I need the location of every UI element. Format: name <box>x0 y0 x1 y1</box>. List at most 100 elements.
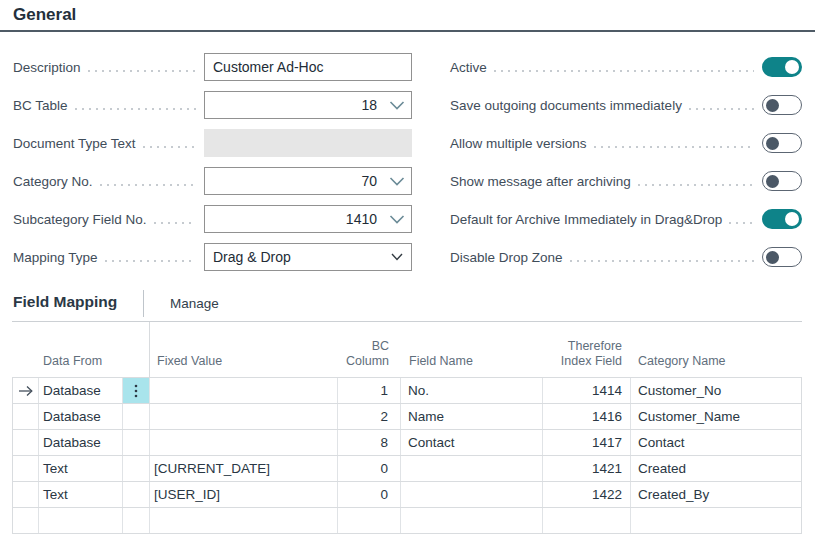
toggle-knob <box>766 175 779 188</box>
table-row[interactable]: Database 1No.1414Customer_No <box>13 378 801 404</box>
field-row: Subcategory Field No.1410 <box>13 205 412 233</box>
cell-bc-column[interactable] <box>338 508 401 533</box>
dotted-leader <box>143 146 196 148</box>
chevron-down-icon[interactable] <box>389 215 405 224</box>
column-header[interactable]: Fixed Value <box>157 354 222 370</box>
chevron-down-icon[interactable] <box>389 101 405 110</box>
cell-fixed-value[interactable] <box>150 430 338 455</box>
cell-category-name[interactable] <box>631 508 801 533</box>
toggle-row: Save outgoing documents immediately <box>450 91 802 119</box>
row-menu-cell[interactable] <box>123 508 150 533</box>
cell-therefore-index-field[interactable]: 1414 <box>543 378 631 403</box>
field-label: Category No. <box>13 174 93 189</box>
table-row[interactable]: Text [CURRENT_DATE]0 1421Created <box>13 456 801 482</box>
lookup-input[interactable]: 18 <box>204 91 412 119</box>
cell-fixed-value[interactable] <box>150 404 338 429</box>
field-label: Description <box>13 60 81 75</box>
cell-therefore-index-field[interactable] <box>543 508 631 533</box>
row-menu-cell[interactable] <box>123 378 150 403</box>
column-header[interactable]: Field Name <box>409 354 473 370</box>
section-title-general: General <box>13 5 76 25</box>
column-header[interactable]: Therefore Index Field <box>543 339 622 370</box>
cell-therefore-index-field[interactable]: 1417 <box>543 430 631 455</box>
selected-row-arrow-icon <box>18 385 34 397</box>
toggle-knob <box>766 251 779 264</box>
lookup-input[interactable]: 1410 <box>204 205 412 233</box>
cell-bc-column[interactable]: 1 <box>338 378 401 403</box>
row-menu-cell[interactable] <box>123 430 150 455</box>
toggle-row: Show message after archiving <box>450 167 802 195</box>
toggle-switch[interactable] <box>762 57 802 77</box>
cell-fixed-value[interactable]: [CURRENT_DATE] <box>150 456 338 481</box>
cell-therefore-index-field[interactable]: 1416 <box>543 404 631 429</box>
cell-therefore-index-field[interactable]: 1421 <box>543 456 631 481</box>
field-mapping-divider <box>143 290 144 317</box>
toggle-label: Show message after archiving <box>450 174 631 189</box>
table-row[interactable]: Database 2Name1416Customer_Name <box>13 404 801 430</box>
cell-category-name[interactable]: Created <box>631 456 801 481</box>
table-row[interactable]: Text [USER_ID]0 1422Created_By <box>13 482 801 508</box>
cell-category-name[interactable]: Created_By <box>631 482 801 507</box>
cell-therefore-index-field[interactable]: 1422 <box>543 482 631 507</box>
ellipsis-vertical-icon[interactable] <box>134 384 138 398</box>
field-mapping-table: Data From Fixed Value BC Column Field Name T… <box>12 321 802 534</box>
chevron-down-icon[interactable] <box>389 177 405 186</box>
text-input[interactable]: Customer Ad-Hoc <box>204 53 412 81</box>
cell-field-name[interactable]: Name <box>401 404 543 429</box>
table-row[interactable]: Database8Contact1417Contact <box>13 430 801 456</box>
cell-bc-column[interactable]: 2 <box>338 404 401 429</box>
toggle-switch[interactable] <box>762 95 802 115</box>
cell-field-name[interactable]: Contact <box>401 430 543 455</box>
toggle-label: Active <box>450 60 487 75</box>
cell-category-name[interactable]: Contact <box>631 430 801 455</box>
dotted-leader <box>88 70 196 72</box>
lookup-value: 1410 <box>213 211 389 227</box>
row-selector-cell <box>13 508 39 533</box>
dotted-leader <box>729 222 754 224</box>
cell-bc-column[interactable]: 8 <box>338 430 401 455</box>
column-header[interactable]: Category Name <box>638 354 726 370</box>
cell-fixed-value[interactable]: [USER_ID] <box>150 482 338 507</box>
toggle-label: Default for Archive Immediately in Drag&… <box>450 212 722 227</box>
toggle-switch[interactable] <box>762 209 802 229</box>
chevron-down-icon <box>391 253 403 261</box>
cell-data-from[interactable] <box>39 508 123 533</box>
toggle-switch[interactable] <box>762 133 802 153</box>
lookup-input[interactable]: 70 <box>204 167 412 195</box>
dotted-leader <box>494 70 754 72</box>
field-row: Description Customer Ad-Hoc <box>13 53 412 81</box>
manage-button[interactable]: Manage <box>170 296 219 311</box>
cell-category-name[interactable]: Customer_No <box>631 378 801 403</box>
cell-category-name[interactable]: Customer_Name <box>631 404 801 429</box>
row-selector-cell <box>13 430 39 455</box>
cell-field-name[interactable]: No. <box>401 378 543 403</box>
column-header[interactable]: Data From <box>43 354 102 370</box>
cell-data-from[interactable]: Text <box>39 456 123 481</box>
field-label: Document Type Text <box>13 136 136 151</box>
cell-fixed-value[interactable] <box>150 508 338 533</box>
cell-data-from[interactable]: Database <box>39 430 123 455</box>
cell-fixed-value[interactable] <box>150 378 338 403</box>
toggle-switch[interactable] <box>762 171 802 191</box>
cell-data-from[interactable]: Database <box>39 404 123 429</box>
dotted-leader <box>75 108 196 110</box>
cell-data-from[interactable]: Text <box>39 482 123 507</box>
column-header[interactable]: BC Column <box>338 339 389 370</box>
field-label: BC Table <box>13 98 68 113</box>
toggle-switch[interactable] <box>762 247 802 267</box>
cell-data-from[interactable]: Database <box>39 378 123 403</box>
cell-field-name[interactable] <box>401 482 543 507</box>
select-value: Drag & Drop <box>213 249 291 265</box>
select-input[interactable]: Drag & Drop <box>204 243 412 271</box>
cell-bc-column[interactable]: 0 <box>338 482 401 507</box>
cell-field-name[interactable] <box>401 456 543 481</box>
row-menu-cell[interactable] <box>123 404 150 429</box>
toggle-row: Allow multiple versions <box>450 129 802 157</box>
row-selector-cell <box>13 404 39 429</box>
cell-field-name[interactable] <box>401 508 543 533</box>
row-menu-cell[interactable] <box>123 482 150 507</box>
table-row[interactable] <box>13 508 801 534</box>
row-menu-cell[interactable] <box>123 456 150 481</box>
cell-bc-column[interactable]: 0 <box>338 456 401 481</box>
dotted-leader <box>638 184 754 186</box>
